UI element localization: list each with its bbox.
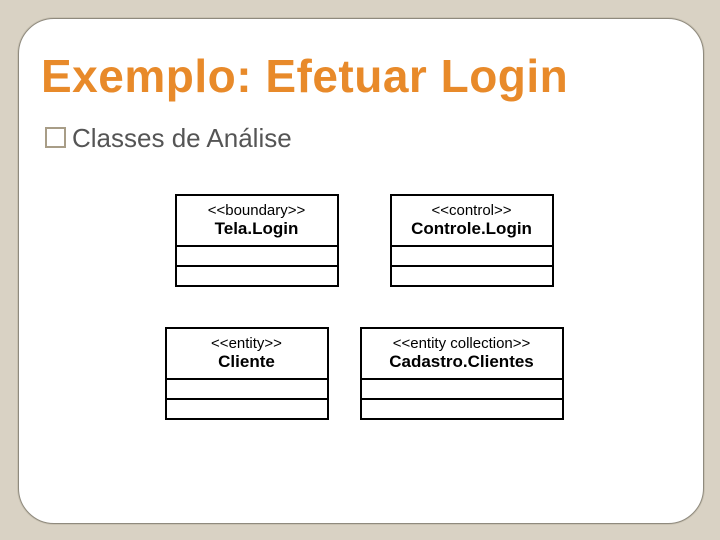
bullet-icon (45, 127, 66, 148)
uml-class-head: <<entity>> Cliente (167, 329, 327, 380)
uml-class-head: <<control>> Controle.Login (392, 196, 552, 247)
uml-row-bottom: <<entity>> Cliente <<entity collection>>… (149, 327, 579, 420)
subtitle-text: Classes de Análise (72, 123, 292, 153)
uml-class-boundary: <<boundary>> Tela.Login (175, 194, 339, 287)
uml-stereotype: <<control>> (402, 202, 542, 219)
uml-op-section (362, 400, 562, 418)
uml-op-section (167, 400, 327, 418)
uml-class-entity: <<entity>> Cliente (165, 327, 329, 420)
uml-stereotype: <<entity collection>> (372, 335, 552, 352)
uml-stereotype: <<boundary>> (187, 202, 327, 219)
uml-classname: Cliente (177, 352, 317, 372)
uml-class-head: <<entity collection>> Cadastro.Clientes (362, 329, 562, 380)
uml-class-head: <<boundary>> Tela.Login (177, 196, 337, 247)
uml-op-section (392, 267, 552, 285)
uml-attr-section (362, 380, 562, 400)
slide-title: Exemplo: Efetuar Login (41, 49, 568, 103)
uml-classname: Cadastro.Clientes (372, 352, 552, 372)
uml-class-entity-collection: <<entity collection>> Cadastro.Clientes (360, 327, 564, 420)
uml-attr-section (177, 247, 337, 267)
uml-attr-section (167, 380, 327, 400)
uml-classname: Controle.Login (402, 219, 542, 239)
uml-attr-section (392, 247, 552, 267)
uml-diagram: <<boundary>> Tela.Login <<control>> Cont… (149, 194, 579, 459)
uml-stereotype: <<entity>> (177, 335, 317, 352)
slide-card: Exemplo: Efetuar Login Classes de Anális… (18, 18, 704, 524)
uml-row-top: <<boundary>> Tela.Login <<control>> Cont… (149, 194, 579, 287)
uml-class-control: <<control>> Controle.Login (390, 194, 554, 287)
uml-op-section (177, 267, 337, 285)
uml-classname: Tela.Login (187, 219, 327, 239)
slide-subtitle: Classes de Análise (45, 123, 292, 154)
